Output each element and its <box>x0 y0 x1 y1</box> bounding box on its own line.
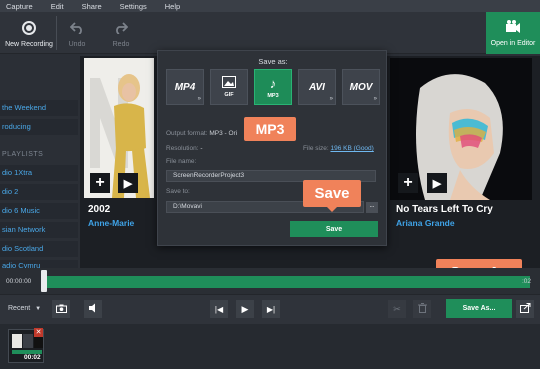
skip-forward-icon: ▶| <box>266 304 276 314</box>
undo-icon <box>68 19 86 37</box>
cut-button[interactable]: ✂ <box>388 300 406 318</box>
open-in-editor-button[interactable]: Open in Editor <box>486 12 540 54</box>
film-clapper-icon <box>505 19 521 36</box>
recording-duration: 00:02 <box>24 354 41 361</box>
menu-help[interactable]: Help <box>165 2 180 11</box>
timeline-end-time: :02 <box>522 278 532 285</box>
share-icon <box>519 303 531 315</box>
recent-dropdown[interactable]: Recent ▼ <box>8 305 41 312</box>
open-in-editor-label: Open in Editor <box>490 39 536 47</box>
play-icon[interactable]: ▶ <box>427 173 447 193</box>
callout-pointer <box>327 207 337 212</box>
track-artist[interactable]: Ariana Grande <box>396 218 455 228</box>
menu-edit[interactable]: Edit <box>51 2 64 11</box>
chevron-right-icon: » <box>197 96 201 102</box>
speaker-icon <box>88 303 99 315</box>
share-button[interactable] <box>516 300 534 318</box>
add-icon[interactable]: + <box>398 173 418 193</box>
add-icon[interactable]: + <box>90 173 110 193</box>
sidebar-item[interactable]: adio Cymru <box>0 260 78 268</box>
screenshot-button[interactable] <box>52 300 70 318</box>
sidebar-item[interactable]: dio 6 Music <box>0 203 78 219</box>
recent-label: Recent <box>8 305 31 312</box>
mov-icon: MOV <box>349 81 373 93</box>
format-gif-button[interactable]: GIF <box>210 69 248 105</box>
sidebar-item[interactable]: sian Network <box>0 222 78 238</box>
play-icon[interactable]: ▶ <box>118 173 138 193</box>
callout-save: Save <box>303 180 361 212</box>
delete-button[interactable] <box>413 300 431 318</box>
chevron-down-icon: ▼ <box>35 306 42 312</box>
save-as-dialog: Save as: MP4 » GIF ♪ MP3 AVI » MOV » Out… <box>157 50 387 246</box>
undo-label: Undo <box>68 40 86 48</box>
format-avi-button[interactable]: AVI » <box>298 69 336 105</box>
gif-label: GIF <box>224 92 234 98</box>
output-format-value: MP3 - Ori <box>209 130 238 137</box>
toolbar-divider <box>56 16 57 50</box>
gif-icon <box>222 76 236 90</box>
music-note-icon: ♪ <box>269 75 277 91</box>
play-button[interactable]: ▶ <box>236 300 254 318</box>
playhead-handle[interactable] <box>41 270 47 292</box>
recordings-strip <box>0 324 540 369</box>
skip-forward-button[interactable]: ▶| <box>262 300 280 318</box>
record-icon <box>20 19 38 37</box>
menu-bar: Capture Edit Share Settings Help <box>0 0 540 12</box>
format-mp4-button[interactable]: MP4 » <box>166 69 204 105</box>
dialog-title: Save as: <box>258 57 288 66</box>
mp3-label: MP3 <box>267 92 279 99</box>
menu-capture[interactable]: Capture <box>6 2 33 11</box>
camera-icon <box>55 304 67 315</box>
timeline-start-time: 00:00:00 <box>6 278 32 285</box>
track-artist[interactable]: Anne-Marie <box>88 218 134 228</box>
chevron-right-icon: » <box>329 96 333 102</box>
playlists-heading: PLAYLISTS <box>2 151 44 158</box>
mp4-icon: MP4 <box>174 81 196 93</box>
file-size-value[interactable]: 196 KB (Good) <box>330 145 373 152</box>
avi-icon: AVI <box>309 81 325 93</box>
redo-button[interactable]: Redo <box>104 12 138 54</box>
dialog-save-button[interactable]: Save <box>290 221 378 237</box>
toolbar: New Recording Undo Redo <box>0 12 540 54</box>
format-mp3-button[interactable]: ♪ MP3 <box>254 69 292 105</box>
redo-label: Redo <box>112 40 130 48</box>
skip-back-icon: |◀ <box>214 304 224 314</box>
new-recording-label: New Recording <box>5 40 53 48</box>
sidebar-item[interactable]: dio 1Xtra <box>0 165 78 181</box>
sidebar-item[interactable]: dio Scotland <box>0 241 78 257</box>
trash-icon <box>417 303 427 315</box>
scissors-icon: ✂ <box>393 303 401 314</box>
volume-button[interactable] <box>84 300 102 318</box>
browse-button[interactable]: ... <box>366 202 378 213</box>
play-icon: ▶ <box>241 303 249 314</box>
file-size-row: File size: 196 KB (Good) <box>303 145 374 152</box>
chevron-right-icon: » <box>373 96 377 102</box>
save-to-label: Save to: <box>166 188 190 195</box>
sidebar-item[interactable]: the Weekend <box>0 100 78 116</box>
output-format-label: Output format: <box>166 130 208 137</box>
skip-back-button[interactable]: |◀ <box>210 300 228 318</box>
callout-save-text: Save <box>314 185 350 202</box>
track-title[interactable]: 2002 <box>88 204 110 215</box>
file-name-label: File name: <box>166 158 197 165</box>
callout-mp3: MP3 <box>244 117 296 141</box>
file-size-label: File size: <box>303 145 329 152</box>
sidebar-item[interactable]: roducing <box>0 119 78 135</box>
menu-share[interactable]: Share <box>82 2 102 11</box>
format-mov-button[interactable]: MOV » <box>342 69 380 105</box>
resolution-row: Resolution: - <box>166 145 203 152</box>
resolution-value: - <box>200 145 203 152</box>
track-title[interactable]: No Tears Left To Cry <box>396 204 493 215</box>
redo-icon <box>112 19 130 37</box>
save-as-button[interactable]: Save As... <box>446 299 512 318</box>
callout-mp3-text: MP3 <box>255 121 285 137</box>
timeline-track[interactable] <box>44 276 530 288</box>
remove-recording-button[interactable]: ✕ <box>34 328 43 337</box>
sidebar-item[interactable]: dio 2 <box>0 184 78 200</box>
menu-settings[interactable]: Settings <box>120 2 147 11</box>
undo-button[interactable]: Undo <box>60 12 94 54</box>
output-format-row: Output format: MP3 - Ori <box>166 130 237 137</box>
new-recording-button[interactable]: New Recording <box>2 12 56 54</box>
resolution-label: Resolution: <box>166 145 199 152</box>
